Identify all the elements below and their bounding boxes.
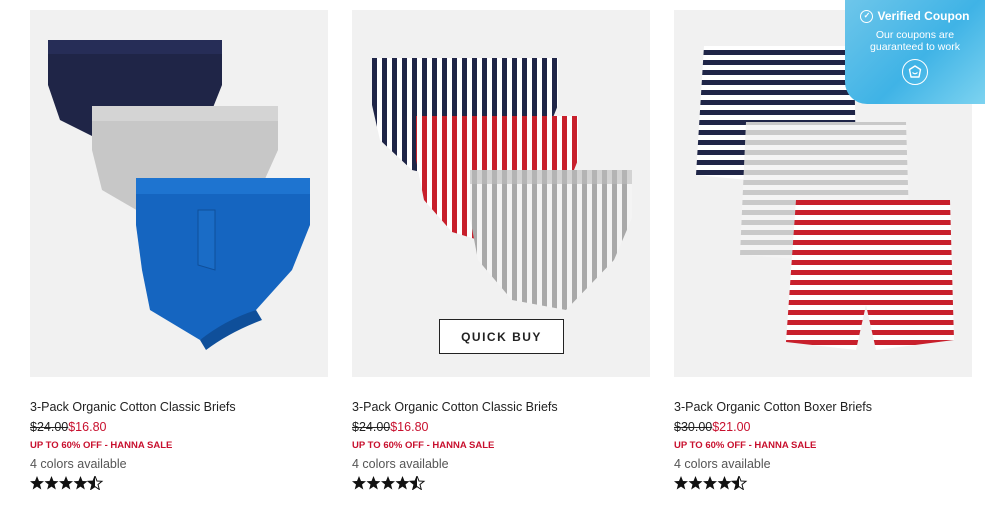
star-rating xyxy=(352,475,650,491)
product-price: $24.00$16.80 xyxy=(30,419,328,435)
product-image[interactable] xyxy=(30,10,328,377)
colors-available: 4 colors available xyxy=(352,457,449,471)
star-rating-icon xyxy=(30,476,104,490)
star-rating-icon xyxy=(352,476,426,490)
coupon-subtitle-line-2: guaranteed to work xyxy=(870,41,960,53)
coupon-subtitle: Our coupons are guaranteed to work xyxy=(845,29,985,53)
check-icon: ✓ xyxy=(860,9,874,23)
product-title[interactable]: 3-Pack Organic Cotton Classic Briefs xyxy=(352,399,650,415)
original-price: $30.00 xyxy=(674,420,713,434)
promo-label: UP TO 60% OFF - HANNA SALE xyxy=(352,440,495,451)
shield-logo-glyph xyxy=(908,65,922,78)
coupon-title: Verified Coupon xyxy=(877,9,970,23)
colors-available: 4 colors available xyxy=(30,457,127,471)
original-price: $24.00 xyxy=(352,420,391,434)
product-price: $30.00$21.00 xyxy=(674,419,972,435)
product-title[interactable]: 3-Pack Organic Cotton Boxer Briefs xyxy=(674,399,972,415)
briefs-solid-illustration xyxy=(48,40,310,350)
product-card: 3-Pack Organic Cotton Classic Briefs $24… xyxy=(30,10,328,491)
sale-price: $21.00 xyxy=(712,420,751,434)
product-card: QUICK BUY 3-Pack Organic Cotton Classic … xyxy=(352,10,650,491)
shield-logo-icon xyxy=(902,59,928,85)
promo-label: UP TO 60% OFF - HANNA SALE xyxy=(674,440,817,451)
quick-buy-button[interactable]: QUICK BUY xyxy=(439,319,564,354)
product-grid: 3-Pack Organic Cotton Classic Briefs $24… xyxy=(30,10,972,491)
product-image[interactable]: QUICK BUY xyxy=(352,10,650,377)
star-rating xyxy=(674,475,972,491)
coupon-subtitle-line-1: Our coupons are xyxy=(875,29,955,41)
star-rating-icon xyxy=(674,476,748,490)
promo-label: UP TO 60% OFF - HANNA SALE xyxy=(30,440,173,451)
coupon-header: ✓ Verified Coupon xyxy=(845,9,985,23)
product-title[interactable]: 3-Pack Organic Cotton Classic Briefs xyxy=(30,399,328,415)
sale-price: $16.80 xyxy=(390,420,429,434)
sale-price: $16.80 xyxy=(68,420,107,434)
colors-available: 4 colors available xyxy=(674,457,771,471)
verified-coupon-badge[interactable]: ✓ Verified Coupon Our coupons are guaran… xyxy=(845,0,985,104)
original-price: $24.00 xyxy=(30,420,69,434)
star-rating xyxy=(30,475,328,491)
product-price: $24.00$16.80 xyxy=(352,419,650,435)
